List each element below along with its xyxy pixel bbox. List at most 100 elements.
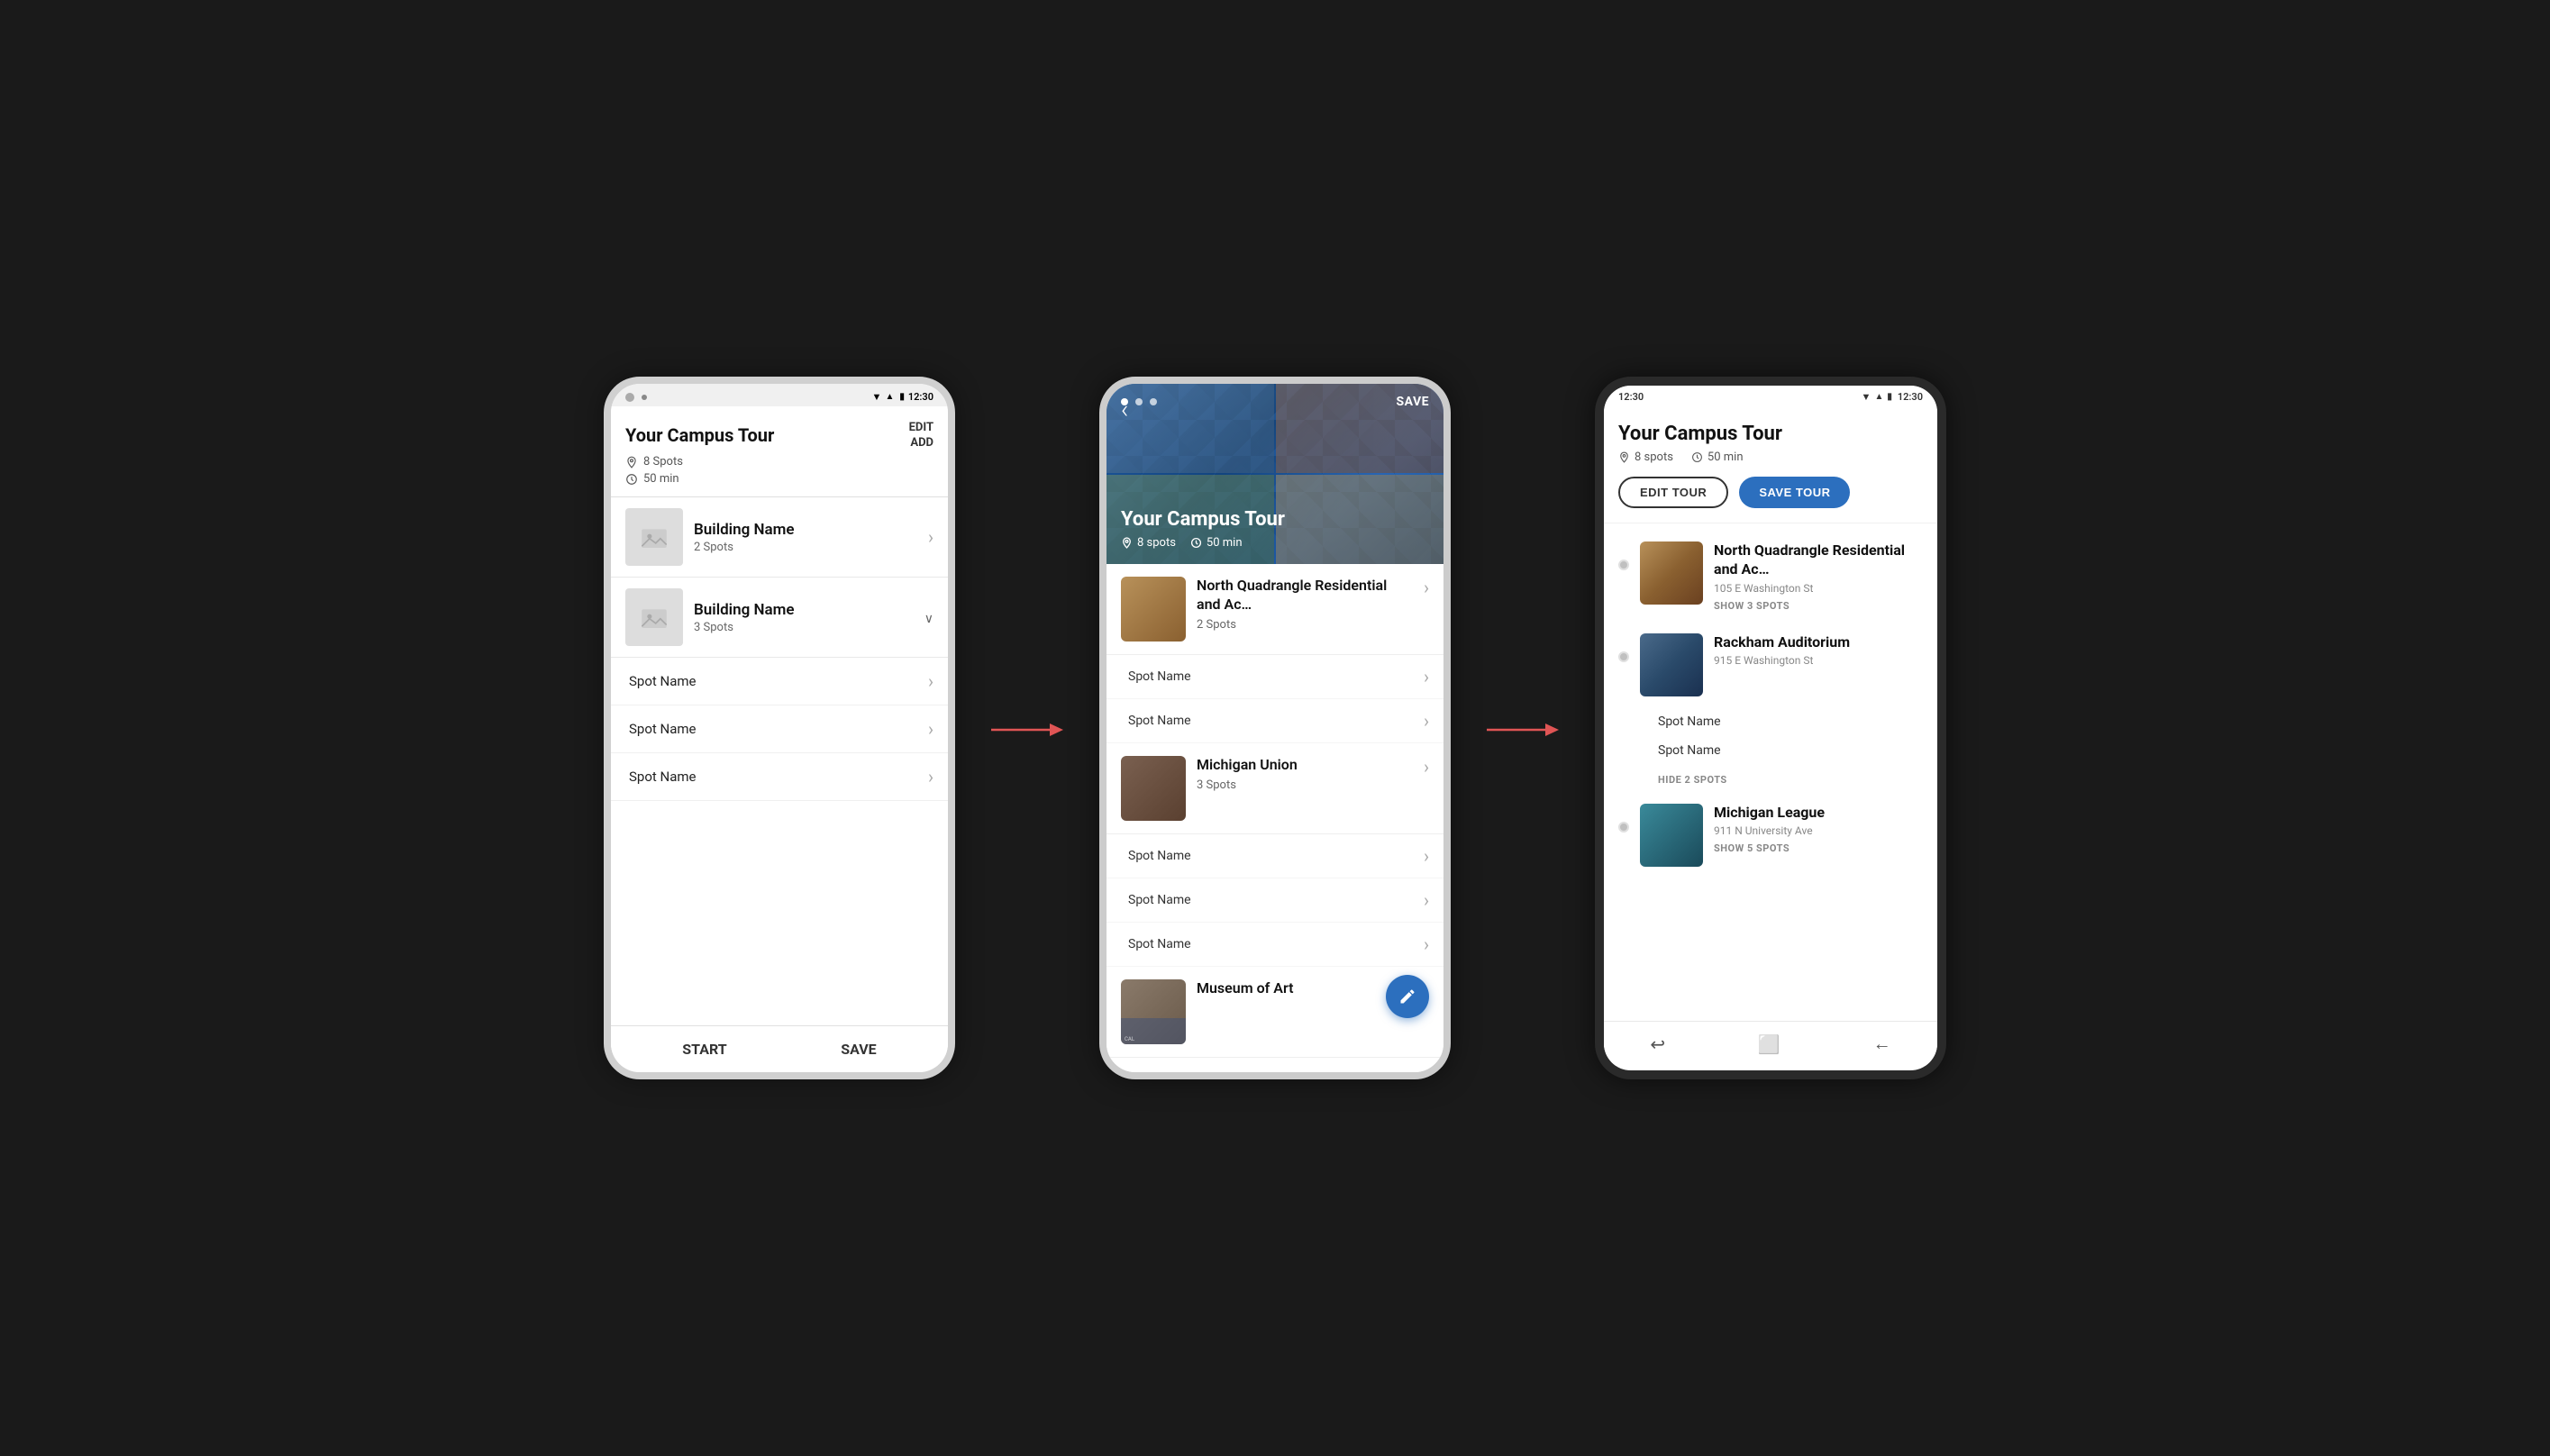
building-addr-s3-2: 915 E Washington St — [1714, 654, 1923, 667]
building-img-s2-1 — [1121, 577, 1186, 642]
building-row-s3-1[interactable]: North Quadrangle Residential and Ac… 105… — [1604, 531, 1937, 623]
building-name-s3-2: Rackham Auditorium — [1714, 633, 1923, 652]
time-display-s3: 12:30 — [1898, 391, 1923, 403]
start-button-s1[interactable]: START — [682, 1041, 726, 1058]
spot-item-s1-1[interactable]: Spot Name — [611, 658, 948, 705]
pin-icon-s3 — [1618, 451, 1630, 463]
spot-row-s2-1-2[interactable]: Spot Name — [1107, 699, 1443, 743]
s3-duration: 50 min — [1691, 450, 1744, 464]
building-name-s2-3: Museum of Art — [1197, 979, 1413, 998]
chevron-right-s2-2-1 — [1424, 845, 1429, 867]
status-icons-s3: ▼ ▲ ▮ 12:30 — [1862, 391, 1923, 403]
recent-apps-icon-s3[interactable]: ↩ — [1650, 1033, 1665, 1055]
building-img-s3-2 — [1640, 633, 1703, 696]
spot-row-s2-2-1[interactable]: Spot Name — [1107, 834, 1443, 878]
signal-icon-s3: ▲ — [1874, 392, 1883, 402]
chevron-right-spot-s1-3 — [928, 766, 933, 787]
s3-title: Your Campus Tour — [1618, 423, 1923, 445]
timeline-dot-s3-3 — [1618, 822, 1629, 833]
building-img-s3-1 — [1640, 541, 1703, 605]
battery-icon-s3: ▮ — [1887, 392, 1892, 402]
spots-label-s1: 8 Spots — [643, 455, 683, 469]
edit-button-s1[interactable]: EDIT — [909, 421, 933, 434]
building-name-s1-1: Building Name — [694, 521, 917, 539]
s2-hero-info: Your Campus Tour 8 spots 50 min — [1121, 508, 1285, 550]
edit-icon-fab — [1398, 987, 1416, 1006]
spot-name-s2-1-2: Spot Name — [1128, 714, 1191, 728]
screen3-content: Your Campus Tour 8 spots 50 min EDIT TOU… — [1604, 408, 1937, 1066]
spot-name-s3-2-2: Spot Name — [1658, 743, 1721, 758]
s3-header: Your Campus Tour 8 spots 50 min EDIT TOU… — [1604, 408, 1937, 523]
building-row-s2-1[interactable]: North Quadrangle Residential and Ac… 2 S… — [1107, 564, 1443, 655]
duration-text-s3: 50 min — [1708, 450, 1744, 464]
building-row-s2-2[interactable]: Michigan Union 3 Spots — [1107, 743, 1443, 834]
s1-actions: EDIT ADD — [909, 421, 933, 450]
s2-dot-2 — [1135, 398, 1143, 405]
add-button-s1[interactable]: ADD — [910, 436, 933, 450]
s3-list: North Quadrangle Residential and Ac… 105… — [1604, 523, 1937, 1037]
chevron-right-s2-2 — [1424, 756, 1429, 778]
hide-spots-btn-s3-2[interactable]: HIDE 2 SPOTS — [1658, 774, 1923, 786]
save-button-s1[interactable]: SAVE — [841, 1041, 876, 1058]
spot-row-s2-2-2[interactable]: Spot Name — [1107, 878, 1443, 923]
spot-row-s2-1-1[interactable]: Spot Name — [1107, 655, 1443, 699]
arrow-2 — [1487, 703, 1559, 754]
s2-hero-title: Your Campus Tour — [1121, 508, 1285, 531]
clock-icon-s3 — [1691, 451, 1703, 463]
s3-spots: 8 spots — [1618, 450, 1673, 464]
edit-tour-button-s3[interactable]: EDIT TOUR — [1618, 477, 1728, 508]
back-icon-s3[interactable]: ← — [1873, 1033, 1891, 1055]
s1-title: Your Campus Tour — [625, 424, 774, 446]
spot-name-s2-2-1: Spot Name — [1128, 849, 1191, 863]
save-tour-button-s3[interactable]: SAVE TOUR — [1739, 477, 1850, 508]
s2-hero-duration: 50 min — [1190, 536, 1243, 550]
chevron-right-s2-2-2 — [1424, 889, 1429, 911]
status-bar-s3: 12:30 ▼ ▲ ▮ 12:30 — [1604, 386, 1937, 408]
building-item-s1-1[interactable]: Building Name 2 Spots — [611, 497, 948, 578]
fab-edit-s2[interactable] — [1386, 975, 1429, 1018]
chevron-down-icon-s1-2 — [924, 608, 933, 627]
home-icon-s3[interactable]: ⬜ — [1758, 1033, 1780, 1055]
building-name-s3-3: Michigan League — [1714, 804, 1923, 823]
wifi-icon-s3: ▼ — [1862, 391, 1872, 403]
spot-row-s3-2-2[interactable]: Spot Name — [1604, 736, 1937, 765]
save-button-s2[interactable]: SAVE — [1397, 395, 1430, 409]
time-s3: 12:30 — [1618, 391, 1644, 403]
pin-icon-s1 — [625, 456, 638, 469]
building-spots-s2-2: 3 Spots — [1197, 778, 1413, 792]
spot-row-s3-2-1[interactable]: Spot Name — [1604, 707, 1937, 736]
chevron-right-icon-s1-1 — [928, 526, 933, 548]
building-info-s1-2: Building Name 3 Spots — [694, 601, 914, 634]
building-row-s3-2[interactable]: Rackham Auditorium 915 E Washington St — [1604, 623, 1937, 707]
screens-container: ▼ ▲ ▮ 12:30 Your Campus Tour EDIT ADD — [604, 377, 1946, 1079]
building-img-s2-2 — [1121, 756, 1186, 821]
spot-row-s2-2-3[interactable]: Spot Name — [1107, 923, 1443, 967]
spot-item-s1-3[interactable]: Spot Name — [611, 753, 948, 801]
s2-dot-3 — [1150, 398, 1157, 405]
spot-name-s3-2-1: Spot Name — [1658, 714, 1721, 729]
pin-icon-s2 — [1121, 537, 1133, 549]
chevron-right-s2-1-1 — [1424, 666, 1429, 687]
chevron-right-s2-1 — [1424, 577, 1429, 598]
timeline-dot-s3-2 — [1618, 651, 1629, 662]
back-button-s2[interactable]: ‹ — [1121, 395, 1128, 424]
building-info-s3-1: North Quadrangle Residential and Ac… 105… — [1714, 541, 1923, 612]
spot-name-s1-1: Spot Name — [629, 673, 696, 689]
duration-label-s1: 50 min — [643, 472, 679, 486]
building-info-s2-1: North Quadrangle Residential and Ac… 2 S… — [1197, 577, 1413, 633]
building-item-s1-2[interactable]: Building Name 3 Spots — [611, 578, 948, 658]
show-spots-btn-s3-3[interactable]: SHOW 5 SPOTS — [1714, 842, 1923, 854]
show-spots-btn-s3-1[interactable]: SHOW 3 SPOTS — [1714, 600, 1923, 612]
chevron-right-spot-s1-2 — [928, 718, 933, 740]
building-info-s1-1: Building Name 2 Spots — [694, 521, 917, 554]
spot-item-s1-2[interactable]: Spot Name — [611, 705, 948, 753]
s3-footer: ↩ ⬜ ← — [1604, 1021, 1937, 1066]
s2-hero-nav: SAVE — [1107, 395, 1443, 409]
spot-name-s1-2: Spot Name — [629, 721, 696, 737]
building-info-s3-3: Michigan League 911 N University Ave SHO… — [1714, 804, 1923, 855]
timeline-dot-s3-1 — [1618, 560, 1629, 570]
spots-text-s3: 8 spots — [1635, 450, 1673, 464]
building-row-s3-3[interactable]: Michigan League 911 N University Ave SHO… — [1604, 793, 1937, 878]
clock-icon-s2 — [1190, 537, 1202, 549]
s2-hero: SAVE ‹ Your Campus Tour 8 spots 50 min — [1107, 384, 1443, 564]
